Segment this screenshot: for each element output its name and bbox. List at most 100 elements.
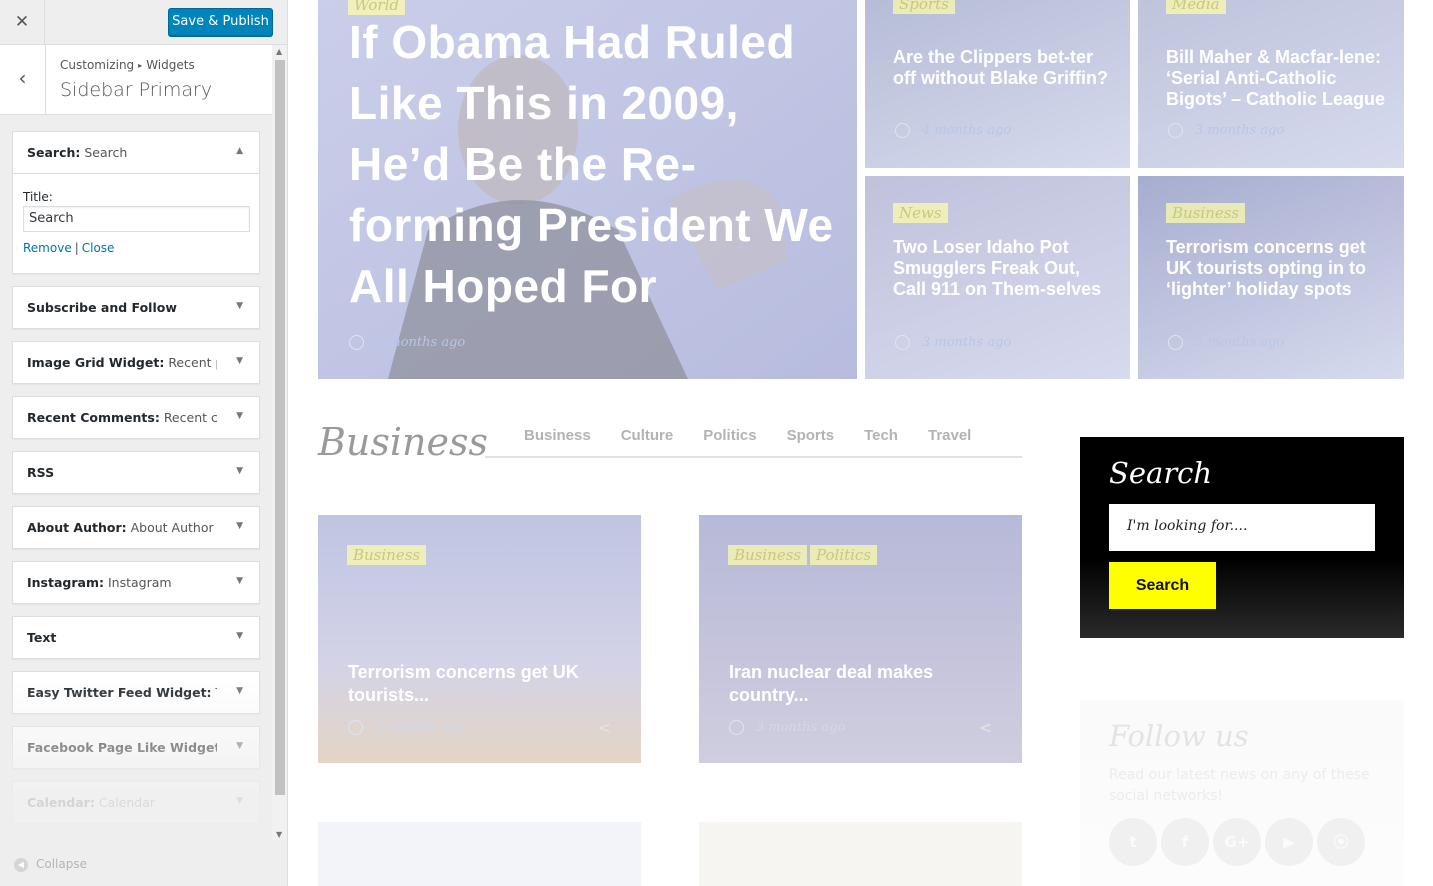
category-tabs: Business Culture Politics Sports Tech Travel (524, 427, 1001, 444)
card-time: 3 months ago (729, 720, 845, 735)
category-tag[interactable]: Business (1166, 203, 1246, 223)
remove-link[interactable]: Remove (23, 241, 72, 255)
expand-arrow-icon[interactable]: ▼ (236, 301, 243, 311)
widget-item[interactable]: Instagram: Instagram ▼ (12, 561, 260, 604)
tab-culture[interactable]: Culture (621, 427, 674, 444)
tab-politics[interactable]: Politics (703, 427, 756, 444)
hero-small-post[interactable]: News Two Loser Idaho Pot Smugglers Freak… (865, 176, 1130, 379)
scroll-up-icon[interactable]: ▲ (276, 47, 282, 56)
back-arrow-icon[interactable]: ‹ (0, 45, 46, 114)
widget-item[interactable]: Image Grid Widget: Recent po... ▼ (12, 341, 260, 384)
widget-actions: Remove | Close (23, 241, 249, 255)
category-tag[interactable]: Media (1166, 0, 1226, 14)
save-publish-button[interactable]: Save & Publish (168, 8, 273, 36)
clock-icon (348, 720, 363, 735)
title-input[interactable]: Search (23, 206, 250, 232)
action-separator: | (74, 241, 79, 255)
facebook-icon[interactable]: f (1161, 818, 1209, 866)
rss-icon[interactable]: ⦿ (1317, 818, 1365, 866)
hero-small-post[interactable]: Media Bill Maher & Macfar-lene: ‘Serial … (1138, 0, 1404, 168)
expand-arrow-icon[interactable]: ▼ (236, 356, 243, 366)
hero-small-title[interactable]: Two Loser Idaho Pot Smugglers Freak Out,… (893, 237, 1113, 300)
hero-small-title[interactable]: Bill Maher & Macfar-lene: ‘Serial Anti-C… (1166, 47, 1387, 110)
section-heading: Business (318, 420, 489, 464)
collapse-label: Collapse (36, 857, 87, 871)
widget-item[interactable]: About Author: About Author ▼ (12, 506, 260, 549)
section-header: ‹ Customizing ▸ Widgets Sidebar Primary (0, 45, 272, 115)
widget-item[interactable]: RSS ▼ (12, 451, 260, 494)
scrollbar-thumb[interactable] (275, 60, 285, 795)
widget-search-header[interactable]: Search: Search ▲ (13, 132, 259, 174)
widget-search-expanded: Search: Search ▲ Title: Search Remove | Cl… (12, 131, 260, 274)
widget-title: Image Grid Widget: Recent po... (27, 355, 217, 370)
expand-arrow-icon[interactable]: ▼ (236, 411, 243, 421)
expand-arrow-icon[interactable]: ▼ (236, 521, 243, 531)
panel-fade-overlay (0, 680, 272, 886)
widget-title: Text (27, 630, 57, 645)
youtube-icon[interactable]: ▶ (1265, 818, 1313, 866)
share-icon[interactable]: < (598, 718, 611, 737)
follow-widget: Follow us Read our latest news on any of… (1080, 700, 1404, 886)
panel-scrollbar[interactable]: ▲ ▼ (272, 45, 287, 840)
widget-form: Title: Search Remove | Close (13, 174, 259, 267)
tab-business[interactable]: Business (524, 427, 591, 444)
expand-arrow-icon[interactable]: ▼ (236, 631, 243, 641)
clock-icon (729, 720, 744, 735)
twitter-icon[interactable]: t (1109, 818, 1157, 866)
widget-item[interactable]: Text ▼ (12, 616, 260, 659)
google-plus-icon[interactable]: G+ (1213, 818, 1261, 866)
category-tag[interactable]: News (893, 203, 948, 223)
clock-icon (1168, 123, 1183, 138)
category-tag[interactable]: Business (728, 545, 808, 565)
breadcrumb: Customizing ▸ Widgets (60, 58, 195, 72)
search-widget-title: Search (1109, 456, 1213, 490)
hero-small-time: 3 months ago (895, 335, 1011, 350)
card-title[interactable]: Terrorism concerns get UK tourists... (348, 661, 628, 707)
clock-icon (895, 123, 910, 138)
breadcrumb-separator-icon: ▸ (138, 61, 143, 70)
share-icon[interactable]: < (979, 718, 992, 737)
post-card[interactable]: Business Politics Iran nuclear deal makes… (699, 515, 1022, 763)
breadcrumb-leaf: Widgets (146, 58, 195, 72)
widget-item[interactable]: Subscribe and Follow ▼ (12, 286, 260, 329)
category-tag[interactable]: Politics (810, 545, 878, 565)
widget-title: Instagram: Instagram (27, 575, 172, 590)
expand-arrow-icon[interactable]: ▼ (236, 466, 243, 476)
hero-small-time: 3 months ago (1168, 123, 1284, 138)
card-time: 3 months ago (348, 720, 464, 735)
widget-title: RSS (27, 465, 55, 480)
close-icon[interactable]: ✕ (0, 0, 45, 44)
collapse-arrow-icon: ◀ (14, 857, 28, 872)
hero-small-post[interactable]: Business Terrorism concerns get UK touri… (1138, 176, 1404, 379)
collapse-button[interactable]: ◀ Collapse (14, 857, 87, 872)
hero-main-post[interactable]: World If Obama Had Ruled Like This in 20… (318, 0, 857, 379)
widget-title: Subscribe and Follow (27, 300, 177, 315)
post-card-faded (318, 822, 641, 886)
widget-item[interactable]: Recent Comments: Recent co... ▼ (12, 396, 260, 439)
tab-tech[interactable]: Tech (864, 427, 898, 444)
hero-small-title[interactable]: Are the Clippers bet-ter off without Bla… (893, 47, 1113, 89)
hero-main-time: 3 months ago (349, 335, 465, 350)
scroll-down-icon[interactable]: ▼ (276, 830, 282, 839)
post-card[interactable]: Business Terrorism concerns get UK touri… (318, 515, 641, 763)
tab-travel[interactable]: Travel (928, 427, 971, 444)
hero-small-post[interactable]: Sports Are the Clippers bet-ter off with… (865, 0, 1130, 168)
search-button[interactable]: Search (1109, 562, 1216, 609)
breadcrumb-root: Customizing (60, 58, 135, 72)
clock-icon (349, 335, 364, 350)
category-tag[interactable]: Business (347, 545, 427, 565)
close-link[interactable]: Close (82, 241, 115, 255)
card-title[interactable]: Iran nuclear deal makes country... (729, 661, 1009, 707)
tab-sports[interactable]: Sports (787, 427, 835, 444)
section-title: Sidebar Primary (60, 79, 213, 101)
collapse-arrow-icon[interactable]: ▲ (236, 146, 243, 156)
widget-title: About Author: About Author (27, 520, 214, 535)
category-tag[interactable]: Sports (893, 0, 955, 14)
clock-icon (1168, 335, 1183, 350)
hero-small-time: 4 months ago (895, 123, 1011, 138)
widget-title: Recent Comments: Recent co... (27, 410, 217, 425)
hero-main-title[interactable]: If Obama Had Ruled Like This in 2009, He… (349, 12, 849, 317)
expand-arrow-icon[interactable]: ▼ (236, 576, 243, 586)
search-input[interactable]: I'm looking for.... (1109, 504, 1375, 551)
hero-small-title[interactable]: Terrorism concerns get UK tourists optin… (1166, 237, 1387, 300)
